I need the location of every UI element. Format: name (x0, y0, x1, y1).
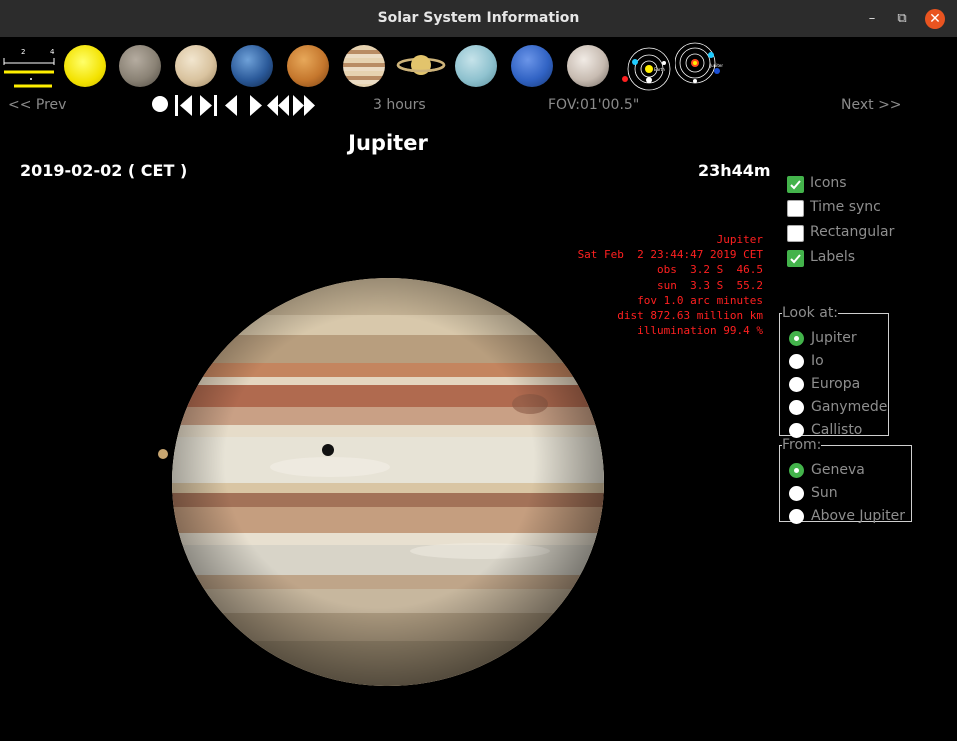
play-icon (250, 95, 262, 116)
radio-label: Callisto (811, 422, 863, 438)
radio-label: Ganymede (811, 399, 888, 415)
neptune-icon[interactable] (511, 45, 553, 87)
radio-empty-icon (789, 423, 804, 438)
skip-forward-button[interactable] (198, 95, 218, 117)
look-at-group: Look at: Jupiter Io Europa Ganymede Call… (779, 305, 889, 438)
time-display: 23h44m (698, 161, 771, 180)
moon-shadow (322, 444, 334, 456)
body-toolbar: 2 4 Earth Jupiter (0, 39, 957, 93)
close-button[interactable]: ✕ (925, 9, 945, 29)
info-line: Jupiter (716, 233, 763, 246)
orbit-small-label: Earth (654, 67, 665, 72)
main-area: 2 4 Earth Jupiter << Prev 3 hours FOV:01… (0, 37, 957, 741)
minimize-button[interactable]: – (862, 9, 882, 29)
step-back-button[interactable] (224, 95, 240, 117)
checkbox-checked-icon (787, 176, 804, 193)
record-icon (152, 96, 168, 112)
labels-label: Labels (810, 249, 856, 265)
radio-selected-icon (789, 463, 804, 478)
radio-empty-icon (789, 377, 804, 392)
look-at-legend: Look at: (782, 305, 839, 321)
radio-empty-icon (789, 354, 804, 369)
checkbox-empty-icon (787, 225, 804, 242)
fast-forward-button[interactable] (292, 95, 316, 117)
radio-label: Jupiter (811, 330, 857, 346)
from-group: From: Geneva Sun Above Jupiter (779, 437, 912, 524)
moon-io[interactable] (158, 449, 168, 459)
fast-forward-icon (293, 95, 315, 116)
info-line: illumination 99.4 % (637, 324, 763, 338)
window-title: Solar System Information (377, 10, 580, 26)
radio-label: Above Jupiter (811, 508, 906, 524)
time-step-label: 3 hours (373, 97, 426, 113)
skip-back-button[interactable] (174, 95, 194, 117)
skip-back-icon (175, 95, 192, 116)
info-line: sun 3.3 S 55.2 (657, 278, 763, 292)
mars-icon[interactable] (287, 45, 329, 87)
planet-title: Jupiter (348, 131, 428, 155)
rectangular-label: Rectangular (810, 224, 895, 240)
inner-orbits-icon[interactable]: Earth (622, 43, 674, 91)
venus-icon[interactable] (175, 45, 217, 87)
rewind-button[interactable] (266, 95, 290, 117)
outer-orbits-icon[interactable]: Jupiter (675, 41, 727, 91)
rewind-icon (267, 95, 289, 116)
from-legend: From: (782, 437, 822, 453)
time-sync-label: Time sync (810, 199, 881, 215)
skip-forward-icon (200, 95, 217, 116)
sun-icon[interactable] (64, 45, 106, 87)
jupiter-icon[interactable] (343, 45, 385, 87)
uranus-icon[interactable] (455, 45, 497, 87)
radio-empty-icon (789, 486, 804, 501)
info-line: obs 3.2 S 46.5 (657, 263, 763, 277)
pluto-icon[interactable] (567, 45, 609, 87)
scale-label-4: 4 (50, 48, 55, 56)
mercury-icon[interactable] (119, 45, 161, 87)
radio-label: Sun (811, 485, 838, 501)
radio-label: Io (811, 353, 824, 369)
title-bar: Solar System Information – ⧉ ✕ (0, 0, 957, 37)
earth-icon[interactable] (231, 45, 273, 87)
checkbox-checked-icon (787, 250, 804, 267)
icons-label: Icons (810, 175, 847, 191)
orbit-large-label: Jupiter (709, 63, 723, 68)
info-panel: Jupiter Sat Feb 2 23:44:47 2019 CET obs … (578, 232, 763, 338)
info-line: fov 1.0 arc minutes (637, 293, 763, 307)
radio-label: Geneva (811, 462, 865, 478)
fov-label: FOV:01'00.5" (548, 97, 640, 113)
scale-label-2: 2 (21, 48, 25, 56)
info-line: Sat Feb 2 23:44:47 2019 CET (577, 248, 763, 262)
checkbox-empty-icon (787, 200, 804, 217)
radio-empty-icon (789, 400, 804, 415)
prev-button[interactable]: << Prev (8, 97, 66, 119)
date-display: 2019-02-02 ( CET ) (20, 161, 188, 180)
info-line: dist 872.63 million km (617, 309, 763, 323)
stop-button[interactable] (151, 95, 169, 117)
step-back-icon (225, 95, 237, 116)
step-forward-button[interactable] (248, 95, 264, 117)
radio-empty-icon (789, 509, 804, 524)
next-button[interactable]: Next >> (841, 97, 902, 119)
radio-selected-icon (789, 331, 804, 346)
maximize-button[interactable]: ⧉ (892, 9, 912, 29)
saturn-icon[interactable] (396, 51, 446, 79)
radio-label: Europa (811, 376, 861, 392)
scale-bar-icon: 2 4 (3, 48, 55, 88)
planet-view[interactable] (150, 267, 620, 687)
